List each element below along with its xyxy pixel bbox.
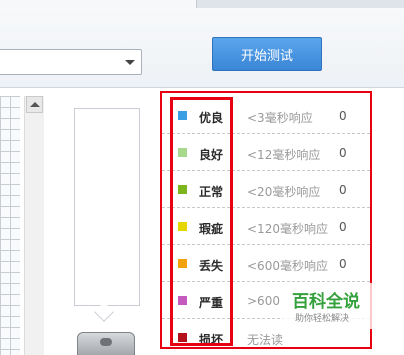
- level-count: 0: [339, 257, 347, 271]
- scroll-up-button[interactable]: [26, 96, 43, 113]
- scrollbar[interactable]: [24, 96, 44, 355]
- arrow-up-icon: [30, 102, 40, 107]
- tab-active[interactable]: [0, 0, 197, 8]
- watermark: 百科全说 助你轻松解决: [282, 283, 374, 329]
- level-threshold: >600: [247, 294, 280, 308]
- hard-disk-icon: [77, 332, 135, 355]
- block-map-grid: [0, 96, 20, 355]
- tab-strip: [0, 0, 404, 8]
- level-threshold: <12毫秒响应: [247, 148, 321, 162]
- level-threshold: <20毫秒响应: [247, 185, 321, 199]
- toolbar: 开始测试: [0, 8, 404, 88]
- chevron-down-icon[interactable]: [125, 60, 135, 65]
- level-threshold: <600毫秒响应: [247, 259, 328, 273]
- watermark-subtitle: 助你轻松解决: [295, 314, 350, 324]
- watermark-title: 百科全说: [292, 292, 360, 312]
- disk-preview-panel: [74, 108, 140, 306]
- level-count: 0: [339, 146, 347, 160]
- drive-select[interactable]: [0, 49, 142, 75]
- level-threshold: <3毫秒响应: [247, 111, 313, 125]
- tab-inactive[interactable]: [197, 0, 404, 8]
- level-count: 0: [339, 220, 347, 234]
- level-count: 0: [339, 109, 347, 123]
- level-count: 0: [339, 183, 347, 197]
- start-test-button[interactable]: 开始测试: [212, 37, 322, 71]
- name-column-highlight: [170, 97, 233, 346]
- hard-disk-hub: [100, 338, 112, 346]
- level-threshold: <120毫秒响应: [247, 222, 328, 236]
- level-threshold: 无法读: [247, 333, 284, 347]
